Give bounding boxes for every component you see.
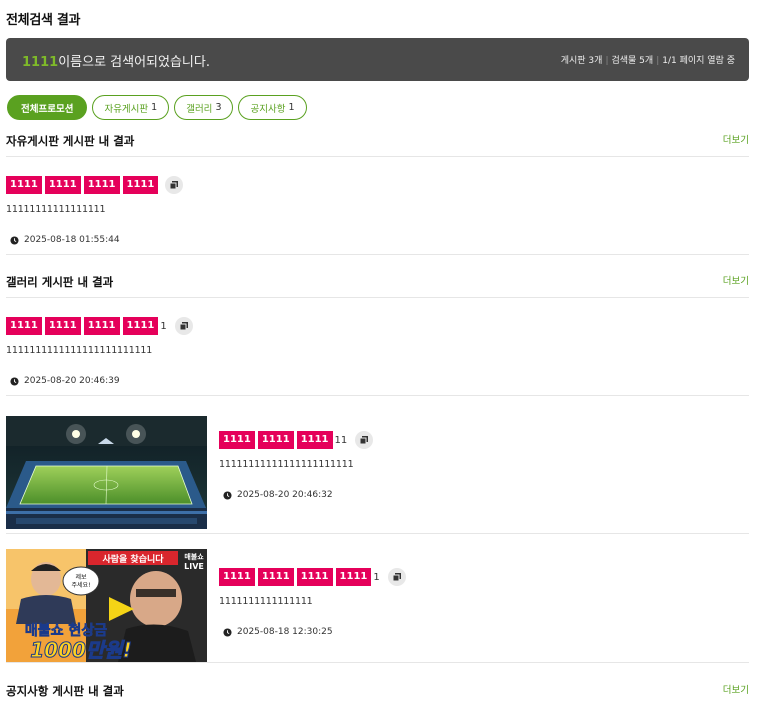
divider xyxy=(6,395,749,396)
page-title: 전체검색 결과 xyxy=(6,13,81,28)
clock-icon xyxy=(223,490,232,500)
result-title: 1111 1111 1111 1111 1 xyxy=(6,316,193,336)
more-link[interactable]: 더보기 xyxy=(723,132,749,146)
result-excerpt: 1111111111111111 xyxy=(219,596,313,607)
keyword-highlight: 1111 xyxy=(6,176,42,194)
keyword-highlight: 1111 xyxy=(219,431,255,449)
tab-notice[interactable]: 공지사항 1 xyxy=(238,95,307,120)
svg-text:제보: 제보 xyxy=(75,573,87,581)
more-link[interactable]: 더보기 xyxy=(723,682,749,696)
svg-text:주세요!: 주세요! xyxy=(72,581,91,589)
result-title: 1111 1111 1111 1111 1 xyxy=(219,567,406,587)
result-title: 1111 1111 1111 11 xyxy=(219,430,374,450)
tab-count: 1 xyxy=(288,102,295,113)
board-filter-tabs: 전체프로모션 자유게시판 1 갤러리 3 공지사항 1 xyxy=(7,95,307,120)
result-date: 2025-08-18 12:30:25 xyxy=(223,627,333,637)
date-text: 2025-08-20 20:46:39 xyxy=(24,376,120,386)
search-result-item[interactable]: 1111 1111 1111 1111 11111111111111111 xyxy=(6,175,184,215)
more-link[interactable]: 더보기 xyxy=(723,273,749,287)
stadium-thumbnail[interactable] xyxy=(6,416,207,529)
date-text: 2025-08-20 20:46:32 xyxy=(237,490,333,500)
keyword-highlight: 1111 xyxy=(219,568,255,586)
keyword-highlight: 1111 xyxy=(296,431,333,449)
keyword-highlight: 1111 xyxy=(296,568,333,586)
search-result-item[interactable]: 1111 1111 1111 1111 1 1111111111111111 xyxy=(219,567,406,607)
keyword-highlight: 1111 xyxy=(44,176,81,194)
tab-label: 전체프로모션 xyxy=(21,103,74,115)
tab-label: 자유게시판 xyxy=(104,103,149,115)
tab-label: 공지사항 xyxy=(250,103,286,115)
divider xyxy=(6,297,749,298)
result-date: 2025-08-20 20:46:39 xyxy=(10,376,120,386)
section-gallery-header: 갤러리 게시판 내 결과 더보기 xyxy=(6,271,749,291)
tab-gallery[interactable]: 갤러리 3 xyxy=(174,95,234,120)
section-free-board-header: 자유게시판 게시판 내 결과 더보기 xyxy=(6,130,749,150)
result-excerpt: 11111111111111111111111 xyxy=(219,459,354,470)
copy-icon[interactable] xyxy=(355,431,374,449)
stat-boards: 게시판 3개 xyxy=(560,56,603,66)
keyword-highlight: 1111 xyxy=(257,568,294,586)
thumb-brand-text: 매불쇼 xyxy=(184,552,204,561)
clock-icon xyxy=(223,627,232,637)
tab-label: 갤러리 xyxy=(186,103,213,115)
search-stats: 게시판 3개 | 검색물 5개 | 1/1 페이지 열람 중 xyxy=(560,56,735,66)
stadium-image xyxy=(6,416,207,529)
copy-icon[interactable] xyxy=(165,176,184,194)
stat-posts: 검색물 5개 xyxy=(611,56,654,66)
keyword-highlight: 1111 xyxy=(122,317,159,335)
title-suffix: 11 xyxy=(334,434,348,446)
result-excerpt: 11111111111111111 xyxy=(6,204,106,215)
clock-icon xyxy=(10,235,19,245)
copy-icon[interactable] xyxy=(174,317,193,335)
search-result-item[interactable]: 1111 1111 1111 1111 1 111111111111111111… xyxy=(6,316,193,356)
divider xyxy=(6,533,749,534)
keyword-highlight: 1111 xyxy=(257,431,294,449)
section-title: 갤러리 게시판 내 결과 xyxy=(6,275,114,289)
tab-free-board[interactable]: 자유게시판 1 xyxy=(92,95,170,120)
title-suffix: 1 xyxy=(373,571,380,583)
result-date: 2025-08-20 20:46:32 xyxy=(223,490,333,500)
result-date: 2025-08-18 01:55:44 xyxy=(10,235,120,245)
title-suffix: 1 xyxy=(160,320,167,332)
divider xyxy=(6,254,749,255)
stat-page: 1/1 페이지 열람 중 xyxy=(662,56,735,66)
keyword-highlight: 1111 xyxy=(122,176,159,194)
keyword-highlight: 1111 xyxy=(335,568,372,586)
date-text: 2025-08-18 12:30:25 xyxy=(237,627,333,637)
section-notice-header: 공지사항 게시판 내 결과 더보기 xyxy=(6,680,749,700)
keyword-highlight: 1111 xyxy=(6,317,42,335)
search-result-banner: 1111이름으로 검색어되었습니다. 게시판 3개 | 검색물 5개 | 1/1 페이지… xyxy=(6,38,749,81)
keyword-highlight: 1111 xyxy=(44,317,81,335)
keyword-highlight: 1111 xyxy=(83,176,120,194)
search-message-text: 이름으로 검색어되었습니다. xyxy=(58,55,210,70)
clock-icon xyxy=(10,376,19,386)
tab-count: 1 xyxy=(151,102,158,113)
search-result-item[interactable]: 1111 1111 1111 11 1111111111111111111111… xyxy=(219,430,374,470)
keyword-highlight: 1111 xyxy=(83,317,120,335)
show-image: 사람을 찾습니다 매불쇼 LIVE 제보 주세요! 매불쇼 현상금 1000만원… xyxy=(6,549,207,662)
tab-all[interactable]: 전체프로모션 xyxy=(7,95,88,120)
thumb-title-text: 매불쇼 현상금 xyxy=(25,623,107,639)
thumb-amount-text: 1000만원! xyxy=(30,638,132,662)
thumb-live-text: LIVE xyxy=(184,562,204,571)
result-excerpt: 1111111111111111111111111 xyxy=(6,345,153,356)
thumb-banner-text: 사람을 찾습니다 xyxy=(102,553,164,565)
divider xyxy=(6,662,749,663)
search-keyword: 1111 xyxy=(22,55,59,70)
copy-icon[interactable] xyxy=(387,568,406,586)
result-title: 1111 1111 1111 1111 xyxy=(6,175,184,195)
tab-count: 3 xyxy=(215,102,222,113)
divider xyxy=(6,156,749,157)
show-thumbnail[interactable]: 사람을 찾습니다 매불쇼 LIVE 제보 주세요! 매불쇼 현상금 1000만원… xyxy=(6,549,207,662)
section-title: 자유게시판 게시판 내 결과 xyxy=(6,134,135,148)
date-text: 2025-08-18 01:55:44 xyxy=(24,235,120,245)
section-title: 공지사항 게시판 내 결과 xyxy=(6,684,124,698)
search-message: 1111이름으로 검색어되었습니다. xyxy=(22,51,210,70)
